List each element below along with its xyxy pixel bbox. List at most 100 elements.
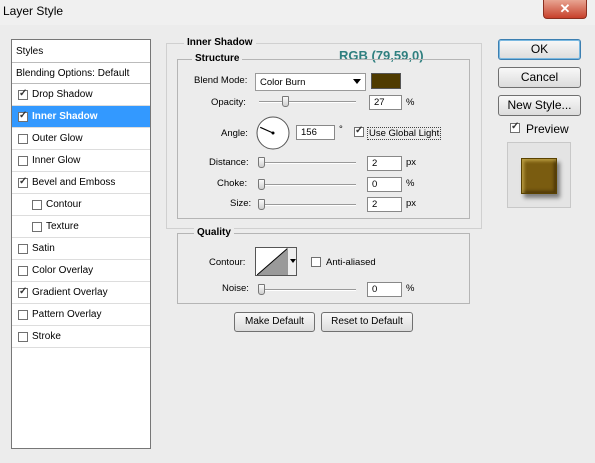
reset-to-default-button[interactable]: Reset to Default (321, 312, 413, 332)
style-item-label: Inner Glow (32, 155, 81, 166)
noise-slider[interactable] (259, 289, 356, 291)
window-title: Layer Style (3, 4, 64, 18)
contour-dropdown[interactable] (287, 248, 296, 275)
angle-input[interactable]: 156 (296, 125, 335, 140)
distance-slider[interactable] (259, 162, 356, 164)
style-item-color-overlay[interactable]: Color Overlay (12, 260, 150, 282)
style-item-stroke[interactable]: Stroke (12, 326, 150, 348)
style-item-inner-shadow[interactable]: Inner Shadow (12, 106, 150, 128)
contour-picker[interactable] (255, 247, 297, 276)
distance-slider-thumb[interactable] (258, 157, 265, 168)
noise-slider-thumb[interactable] (258, 284, 265, 295)
noise-unit: % (406, 283, 415, 294)
use-global-light-label[interactable]: Use Global Light (367, 127, 442, 140)
use-global-light-checkbox[interactable] (354, 125, 364, 137)
style-item-pattern-overlay[interactable]: Pattern Overlay (12, 304, 150, 326)
style-item-texture[interactable]: Texture (12, 216, 150, 238)
preview-swatch (521, 158, 557, 194)
size-slider-thumb[interactable] (258, 199, 265, 210)
preview-box (507, 142, 571, 208)
style-item-label: Pattern Overlay (32, 309, 102, 320)
style-item-satin[interactable]: Satin (12, 238, 150, 260)
styles-list: Styles Blending Options: Default Drop Sh… (11, 39, 151, 449)
choke-slider[interactable] (259, 184, 356, 186)
opacity-slider[interactable] (259, 101, 356, 103)
contour-preview-icon (257, 248, 288, 275)
structure-title: Structure (192, 53, 243, 64)
style-items: Drop Shadow Inner Shadow Outer Glow Inner G… (12, 84, 150, 348)
blending-options-item[interactable]: Blending Options: Default (12, 63, 150, 84)
quality-title: Quality (194, 227, 234, 238)
choke-unit: % (406, 178, 415, 189)
noise-label: Noise: (222, 283, 249, 294)
style-item-label: Contour (46, 199, 82, 210)
cancel-button[interactable]: Cancel (498, 67, 581, 88)
style-item-label: Drop Shadow (32, 89, 93, 100)
style-item-label: Color Overlay (32, 265, 94, 276)
size-input[interactable]: 2 (367, 197, 402, 212)
blend-mode-value: Color Burn (260, 77, 306, 88)
angle-dial[interactable] (255, 115, 291, 151)
opacity-unit: % (406, 97, 415, 108)
style-checkbox[interactable] (32, 199, 42, 210)
anti-aliased-checkbox[interactable] (311, 257, 321, 267)
ok-button[interactable]: OK (498, 39, 581, 60)
inner-shadow-title: Inner Shadow (184, 37, 256, 48)
style-checkbox[interactable] (18, 331, 28, 342)
noise-input[interactable]: 0 (367, 282, 402, 297)
style-item-inner-glow[interactable]: Inner Glow (12, 150, 150, 172)
opacity-label: Opacity: (211, 97, 246, 108)
anti-aliased-label[interactable]: Anti-aliased (326, 257, 376, 268)
choke-label: Choke: (217, 178, 248, 189)
style-item-label: Inner Shadow (32, 111, 98, 122)
style-checkbox[interactable] (18, 88, 28, 100)
size-label: Size: (230, 198, 252, 209)
style-checkbox[interactable] (18, 176, 28, 188)
opacity-slider-thumb[interactable] (282, 96, 290, 107)
style-item-label: Gradient Overlay (32, 287, 108, 298)
angle-unit: ° (339, 124, 343, 135)
choke-slider-thumb[interactable] (258, 179, 265, 190)
style-checkbox[interactable] (32, 221, 42, 232)
blend-mode-select[interactable]: Color Burn (255, 73, 366, 91)
chevron-down-icon (353, 79, 361, 84)
chevron-down-icon (290, 259, 296, 263)
angle-label: Angle: (221, 128, 248, 139)
close-button[interactable]: ✕ (543, 0, 587, 19)
style-checkbox[interactable] (18, 286, 28, 298)
styles-header[interactable]: Styles (12, 40, 150, 63)
style-item-label: Stroke (32, 331, 61, 342)
contour-label: Contour: (209, 257, 246, 268)
style-item-outer-glow[interactable]: Outer Glow (12, 128, 150, 150)
preview-checkbox[interactable] (510, 121, 520, 133)
preview-label[interactable]: Preview (526, 122, 569, 136)
style-item-label: Outer Glow (32, 133, 83, 144)
style-item-label: Texture (46, 221, 79, 232)
style-item-label: Bevel and Emboss (32, 177, 116, 188)
size-unit: px (406, 198, 417, 209)
style-checkbox[interactable] (18, 309, 28, 320)
make-default-button[interactable]: Make Default (234, 312, 315, 332)
style-item-contour[interactable]: Contour (12, 194, 150, 216)
title-bar: Layer Style ✕ (0, 0, 595, 25)
style-checkbox[interactable] (18, 133, 28, 144)
style-item-gradient-overlay[interactable]: Gradient Overlay (12, 282, 150, 304)
style-checkbox[interactable] (18, 243, 28, 254)
distance-unit: px (406, 157, 417, 168)
new-style-button[interactable]: New Style... (498, 95, 581, 116)
style-item-label: Satin (32, 243, 55, 254)
choke-input[interactable]: 0 (367, 177, 402, 192)
style-item-drop-shadow[interactable]: Drop Shadow (12, 84, 150, 106)
style-checkbox[interactable] (18, 110, 28, 122)
style-checkbox[interactable] (18, 155, 28, 166)
distance-label: Distance: (209, 157, 249, 168)
opacity-input[interactable]: 27 (369, 95, 402, 110)
quality-group (177, 233, 470, 304)
style-item-bevel-and-emboss[interactable]: Bevel and Emboss (12, 172, 150, 194)
style-checkbox[interactable] (18, 265, 28, 276)
size-slider[interactable] (259, 204, 356, 206)
distance-input[interactable]: 2 (367, 156, 402, 171)
close-icon: ✕ (559, 1, 571, 16)
blend-mode-label: Blend Mode: (194, 75, 248, 86)
shadow-color-swatch[interactable] (371, 73, 401, 89)
